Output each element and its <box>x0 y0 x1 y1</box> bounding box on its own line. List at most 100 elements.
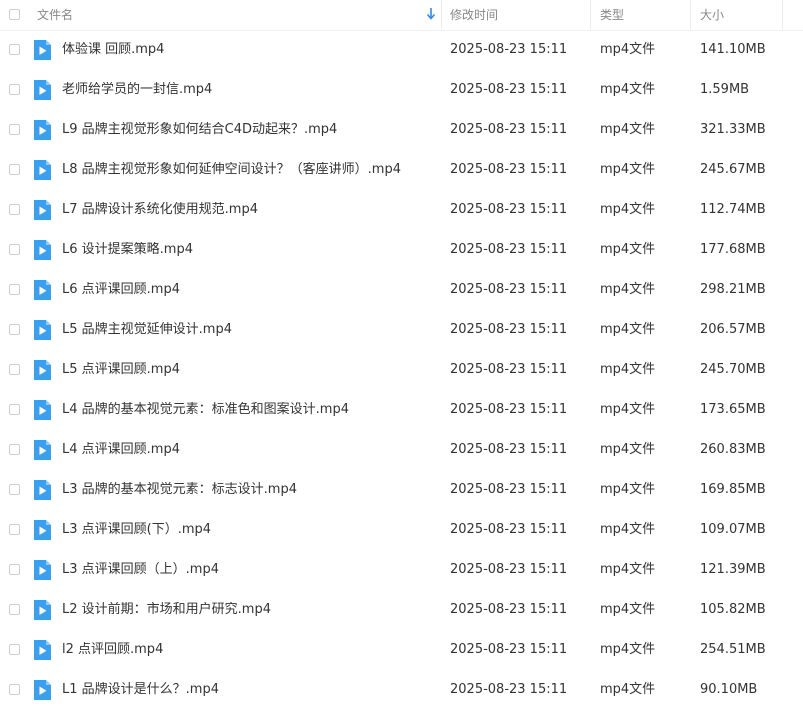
file-name[interactable]: L9 品牌主视觉形象如何结合C4D动起来？.mp4 <box>62 122 337 138</box>
row-checkbox[interactable] <box>9 604 20 615</box>
table-row[interactable]: L1 品牌设计是什么？.mp4 2025-08-23 15:11 mp4文件 9… <box>0 670 803 710</box>
row-checkbox[interactable] <box>9 364 20 375</box>
video-file-icon <box>34 120 51 140</box>
table-row[interactable]: 老师给学员的一封信.mp4 2025-08-23 15:11 mp4文件 1.5… <box>0 70 803 110</box>
file-modified-time: 2025-08-23 15:11 <box>450 562 568 577</box>
column-separator[interactable] <box>690 0 691 30</box>
table-row[interactable]: L3 点评课回顾（上）.mp4 2025-08-23 15:11 mp4文件 1… <box>0 550 803 590</box>
file-size: 1.59MB <box>700 82 750 97</box>
file-type: mp4文件 <box>600 682 656 697</box>
row-checkbox[interactable] <box>9 324 20 335</box>
row-checkbox[interactable] <box>9 124 20 135</box>
sort-down-arrow-icon[interactable] <box>426 7 436 21</box>
table-row[interactable]: L3 品牌的基本视觉元素：标志设计.mp4 2025-08-23 15:11 m… <box>0 470 803 510</box>
column-separator[interactable] <box>782 0 783 30</box>
table-row[interactable]: L8 品牌主视觉形象如何延伸空间设计？（客座讲师）.mp4 2025-08-23… <box>0 150 803 190</box>
file-type: mp4文件 <box>600 322 656 337</box>
file-name[interactable]: l2 点评回顾.mp4 <box>62 642 163 658</box>
video-file-icon <box>34 280 51 300</box>
video-file-icon <box>34 80 51 100</box>
video-file-icon <box>34 160 51 180</box>
file-name[interactable]: L6 点评课回顾.mp4 <box>62 282 180 298</box>
file-name[interactable]: L5 品牌主视觉延伸设计.mp4 <box>62 322 232 338</box>
table-row[interactable]: L9 品牌主视觉形象如何结合C4D动起来？.mp4 2025-08-23 15:… <box>0 110 803 150</box>
file-type: mp4文件 <box>600 82 656 97</box>
file-size: 121.39MB <box>700 562 766 577</box>
file-modified-time: 2025-08-23 15:11 <box>450 602 568 617</box>
table-row[interactable]: l2 点评回顾.mp4 2025-08-23 15:11 mp4文件 254.5… <box>0 630 803 670</box>
file-name[interactable]: 体验课 回顾.mp4 <box>62 42 164 58</box>
file-name[interactable]: L3 品牌的基本视觉元素：标志设计.mp4 <box>62 482 297 498</box>
file-type: mp4文件 <box>600 442 656 457</box>
file-type: mp4文件 <box>600 282 656 297</box>
file-name[interactable]: L2 设计前期：市场和用户研究.mp4 <box>62 602 271 618</box>
file-name[interactable]: L6 设计提案策略.mp4 <box>62 242 193 258</box>
table-row[interactable]: 体验课 回顾.mp4 2025-08-23 15:11 mp4文件 141.10… <box>0 30 803 70</box>
video-file-icon <box>34 640 51 660</box>
file-size: 90.10MB <box>700 682 758 697</box>
file-name[interactable]: L4 点评课回顾.mp4 <box>62 442 180 458</box>
table-row[interactable]: L4 品牌的基本视觉元素：标准色和图案设计.mp4 2025-08-23 15:… <box>0 390 803 430</box>
file-modified-time: 2025-08-23 15:11 <box>450 362 568 377</box>
file-type: mp4文件 <box>600 522 656 537</box>
file-size: 245.67MB <box>700 162 766 177</box>
row-checkbox[interactable] <box>9 84 20 95</box>
column-header-modified[interactable]: 修改时间 <box>450 7 498 23</box>
file-modified-time: 2025-08-23 15:11 <box>450 482 568 497</box>
row-checkbox[interactable] <box>9 404 20 415</box>
file-name[interactable]: L1 品牌设计是什么？.mp4 <box>62 682 219 698</box>
row-checkbox[interactable] <box>9 284 20 295</box>
row-checkbox[interactable] <box>9 444 20 455</box>
file-name[interactable]: L3 点评课回顾(下）.mp4 <box>62 522 211 538</box>
file-modified-time: 2025-08-23 15:11 <box>450 402 568 417</box>
column-separator[interactable] <box>590 0 591 30</box>
file-name[interactable]: L4 品牌的基本视觉元素：标准色和图案设计.mp4 <box>62 402 349 418</box>
file-type: mp4文件 <box>600 402 656 417</box>
video-file-icon <box>34 200 51 220</box>
table-row[interactable]: L5 点评课回顾.mp4 2025-08-23 15:11 mp4文件 245.… <box>0 350 803 390</box>
file-name[interactable]: L8 品牌主视觉形象如何延伸空间设计？（客座讲师）.mp4 <box>62 162 401 178</box>
table-row[interactable]: L4 点评课回顾.mp4 2025-08-23 15:11 mp4文件 260.… <box>0 430 803 470</box>
file-list-table: 文件名 修改时间 类型 大小 体验课 回顾.mp4 2025-08-23 15:… <box>0 0 803 715</box>
video-file-icon <box>34 240 51 260</box>
column-header-type[interactable]: 类型 <box>600 7 624 23</box>
column-header-name[interactable]: 文件名 <box>37 7 73 23</box>
file-name[interactable]: L7 品牌设计系统化使用规范.mp4 <box>62 202 258 218</box>
file-modified-time: 2025-08-23 15:11 <box>450 682 568 697</box>
table-row[interactable]: L3 点评课回顾(下）.mp4 2025-08-23 15:11 mp4文件 1… <box>0 510 803 550</box>
file-modified-time: 2025-08-23 15:11 <box>450 322 568 337</box>
file-size: 260.83MB <box>700 442 766 457</box>
file-type: mp4文件 <box>600 242 656 257</box>
file-rows: 体验课 回顾.mp4 2025-08-23 15:11 mp4文件 141.10… <box>0 30 803 710</box>
row-checkbox[interactable] <box>9 644 20 655</box>
file-name[interactable]: 老师给学员的一封信.mp4 <box>62 82 212 98</box>
row-checkbox[interactable] <box>9 564 20 575</box>
table-row[interactable]: L2 设计前期：市场和用户研究.mp4 2025-08-23 15:11 mp4… <box>0 590 803 630</box>
file-size: 173.65MB <box>700 402 766 417</box>
file-type: mp4文件 <box>600 642 656 657</box>
file-size: 245.70MB <box>700 362 766 377</box>
file-name[interactable]: L5 点评课回顾.mp4 <box>62 362 180 378</box>
file-modified-time: 2025-08-23 15:11 <box>450 242 568 257</box>
row-checkbox[interactable] <box>9 484 20 495</box>
file-modified-time: 2025-08-23 15:11 <box>450 42 568 57</box>
row-checkbox[interactable] <box>9 524 20 535</box>
column-separator[interactable] <box>441 0 442 30</box>
row-checkbox[interactable] <box>9 164 20 175</box>
file-modified-time: 2025-08-23 15:11 <box>450 442 568 457</box>
table-row[interactable]: L6 设计提案策略.mp4 2025-08-23 15:11 mp4文件 177… <box>0 230 803 270</box>
row-checkbox[interactable] <box>9 44 20 55</box>
row-checkbox[interactable] <box>9 244 20 255</box>
table-row[interactable]: L7 品牌设计系统化使用规范.mp4 2025-08-23 15:11 mp4文… <box>0 190 803 230</box>
video-file-icon <box>34 440 51 460</box>
table-row[interactable]: L5 品牌主视觉延伸设计.mp4 2025-08-23 15:11 mp4文件 … <box>0 310 803 350</box>
video-file-icon <box>34 480 51 500</box>
file-name[interactable]: L3 点评课回顾（上）.mp4 <box>62 562 219 578</box>
select-all-checkbox[interactable] <box>9 9 20 20</box>
column-header-size[interactable]: 大小 <box>700 7 724 23</box>
file-size: 254.51MB <box>700 642 766 657</box>
table-row[interactable]: L6 点评课回顾.mp4 2025-08-23 15:11 mp4文件 298.… <box>0 270 803 310</box>
file-modified-time: 2025-08-23 15:11 <box>450 162 568 177</box>
row-checkbox[interactable] <box>9 204 20 215</box>
row-checkbox[interactable] <box>9 684 20 695</box>
